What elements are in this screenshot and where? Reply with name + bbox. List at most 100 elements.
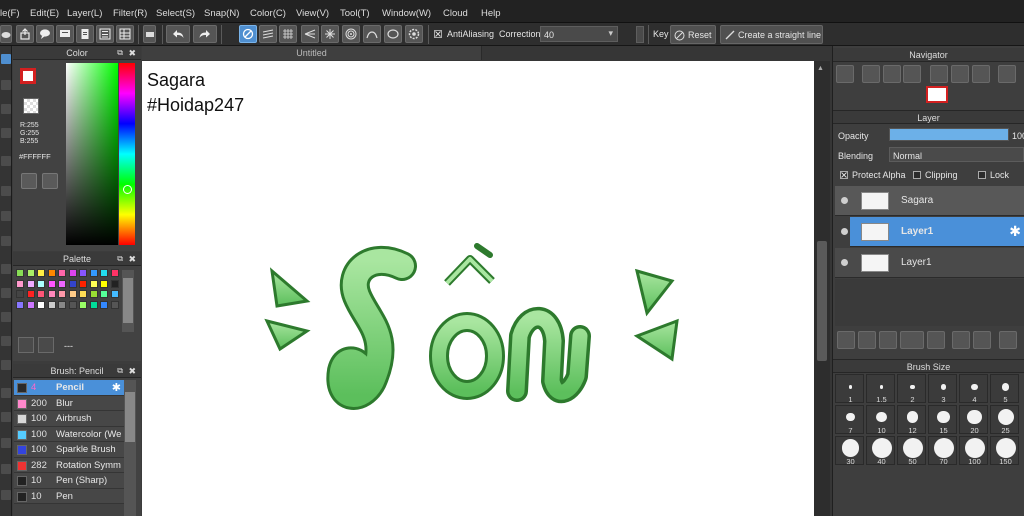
menu-layer[interactable]: Layer(L): [67, 8, 102, 19]
secondary-color-swatch[interactable]: [23, 98, 39, 114]
brush-size-cell[interactable]: 25: [990, 405, 1019, 435]
brush-item[interactable]: 10 Pen: [14, 488, 124, 504]
undo-icon[interactable]: [166, 25, 190, 43]
palette-swatch[interactable]: [89, 300, 98, 309]
comment-icon[interactable]: [56, 25, 74, 43]
copy-icon[interactable]: [952, 331, 970, 349]
menu-tool[interactable]: Tool(T): [340, 8, 370, 19]
popout-icon[interactable]: ⧉: [117, 364, 123, 378]
smudge-tool-icon[interactable]: [1, 438, 11, 448]
layer-row-selected[interactable]: Layer1 ✱: [850, 217, 1024, 247]
reset-button[interactable]: Reset: [670, 25, 716, 44]
menu-edit[interactable]: Edit(E): [30, 8, 59, 19]
rotate-left-icon[interactable]: [930, 65, 948, 83]
palette-swatch[interactable]: [100, 279, 108, 288]
palette-swatch[interactable]: [16, 290, 24, 298]
hue-slider-handle[interactable]: [123, 185, 132, 194]
move-tool-icon[interactable]: [1, 156, 11, 166]
brush-size-cell[interactable]: 40: [866, 436, 895, 466]
menu-snap[interactable]: Snap(N): [204, 8, 239, 19]
brush-item[interactable]: 200 Blur: [14, 395, 124, 411]
merge-icon[interactable]: [973, 331, 991, 349]
palette-swatch[interactable]: [79, 269, 87, 277]
menu-select[interactable]: Select(S): [156, 8, 195, 19]
close-icon[interactable]: ✖: [128, 46, 136, 60]
create-straight-line-button[interactable]: Create a straight line: [720, 25, 823, 44]
ellipse-snap-icon[interactable]: [384, 25, 402, 43]
palette-swatch[interactable]: [16, 279, 24, 288]
palette-swatch[interactable]: [16, 269, 24, 277]
cloud-icon[interactable]: [0, 25, 12, 43]
blending-select[interactable]: Normal: [889, 147, 1024, 162]
hand-tool-icon[interactable]: [1, 490, 11, 500]
palette-swatch[interactable]: [110, 300, 119, 309]
lock-checkbox[interactable]: [978, 171, 986, 179]
brush-size-cell[interactable]: 70: [928, 436, 957, 466]
brush-scroll-thumb[interactable]: [125, 392, 135, 442]
palette-swatch[interactable]: [47, 290, 56, 298]
palette-swatch[interactable]: [47, 269, 56, 277]
trash-icon[interactable]: [999, 331, 1017, 349]
palette-swatch[interactable]: [37, 279, 45, 288]
rotate-right-icon[interactable]: [972, 65, 990, 83]
close-icon[interactable]: ✖: [128, 364, 136, 378]
palette-swatch[interactable]: [68, 290, 77, 298]
brush-size-cell[interactable]: 2: [897, 374, 926, 404]
palette-swatch[interactable]: [26, 290, 35, 298]
gradient-tool-icon[interactable]: [1, 236, 11, 246]
visibility-icon[interactable]: [841, 228, 848, 235]
navigator-preview[interactable]: [926, 86, 948, 103]
visibility-icon[interactable]: [841, 259, 848, 266]
opacity-slider[interactable]: [889, 128, 1009, 141]
palette-swatch[interactable]: [37, 290, 45, 298]
palette-swatch[interactable]: [37, 269, 45, 277]
brush-size-cell[interactable]: 12: [897, 405, 926, 435]
lasso-tool-icon[interactable]: [1, 288, 11, 298]
zoom-icon[interactable]: [836, 65, 854, 83]
snap-off-icon[interactable]: [239, 25, 257, 43]
gear-icon[interactable]: ✱: [112, 381, 121, 394]
dot-select-tool-icon[interactable]: [1, 264, 11, 274]
grid-table-icon[interactable]: [116, 25, 134, 43]
brush-item[interactable]: 282 Rotation Symm: [14, 457, 124, 473]
popout-icon[interactable]: ⧉: [117, 252, 123, 266]
palette-swatch[interactable]: [68, 279, 77, 288]
antialiasing-checkbox[interactable]: [434, 30, 442, 38]
palette-swatch[interactable]: [58, 269, 66, 277]
folder-icon[interactable]: [927, 331, 945, 349]
primary-color-swatch[interactable]: [20, 68, 36, 84]
palette-swatch[interactable]: [58, 290, 66, 298]
new-palette-icon[interactable]: [18, 337, 34, 353]
palette-swatch[interactable]: [58, 279, 66, 288]
layer-row[interactable]: Layer1: [835, 248, 1024, 278]
palette-swatch[interactable]: [89, 279, 98, 288]
saturation-value-picker[interactable]: [66, 63, 118, 245]
color-picker-icon[interactable]: [42, 173, 58, 189]
layer-row[interactable]: Sagara: [835, 186, 1024, 216]
brush-size-cell[interactable]: 7: [835, 405, 864, 435]
palette-swatch[interactable]: [47, 300, 56, 309]
palette-scroll-thumb[interactable]: [123, 278, 133, 323]
menu-file[interactable]: le(F): [0, 8, 20, 19]
radial-snap-icon[interactable]: [321, 25, 339, 43]
palette-swatch[interactable]: [26, 269, 35, 277]
brush-item[interactable]: 10 Pen (Sharp): [14, 473, 124, 489]
brush-size-cell[interactable]: 1.5: [866, 374, 895, 404]
cross-snap-icon[interactable]: [279, 25, 297, 43]
chevron-up-icon[interactable]: ▲: [817, 65, 827, 73]
layer-folder-menu-icon[interactable]: [900, 331, 924, 349]
curve-snap-icon[interactable]: [363, 25, 381, 43]
brush-size-cell[interactable]: 150: [990, 436, 1019, 466]
snap-settings-gear-icon[interactable]: [405, 25, 423, 43]
brush-size-cell[interactable]: 50: [897, 436, 926, 466]
brush-size-cell[interactable]: 100: [959, 436, 988, 466]
vanishing-point-icon[interactable]: [301, 25, 319, 43]
palette-swatch[interactable]: [89, 269, 98, 277]
brush-item[interactable]: 100 Sparkle Brush: [14, 442, 124, 458]
canvas-paper[interactable]: Sagara #Hoidap247: [142, 61, 814, 516]
palette-scrollbar[interactable]: [122, 270, 134, 332]
brush-size-cell[interactable]: 15: [928, 405, 957, 435]
parallel-snap-icon[interactable]: [259, 25, 277, 43]
palette-swatch[interactable]: [68, 269, 77, 277]
brush-item-selected[interactable]: 4 Pencil ✱: [14, 380, 124, 396]
